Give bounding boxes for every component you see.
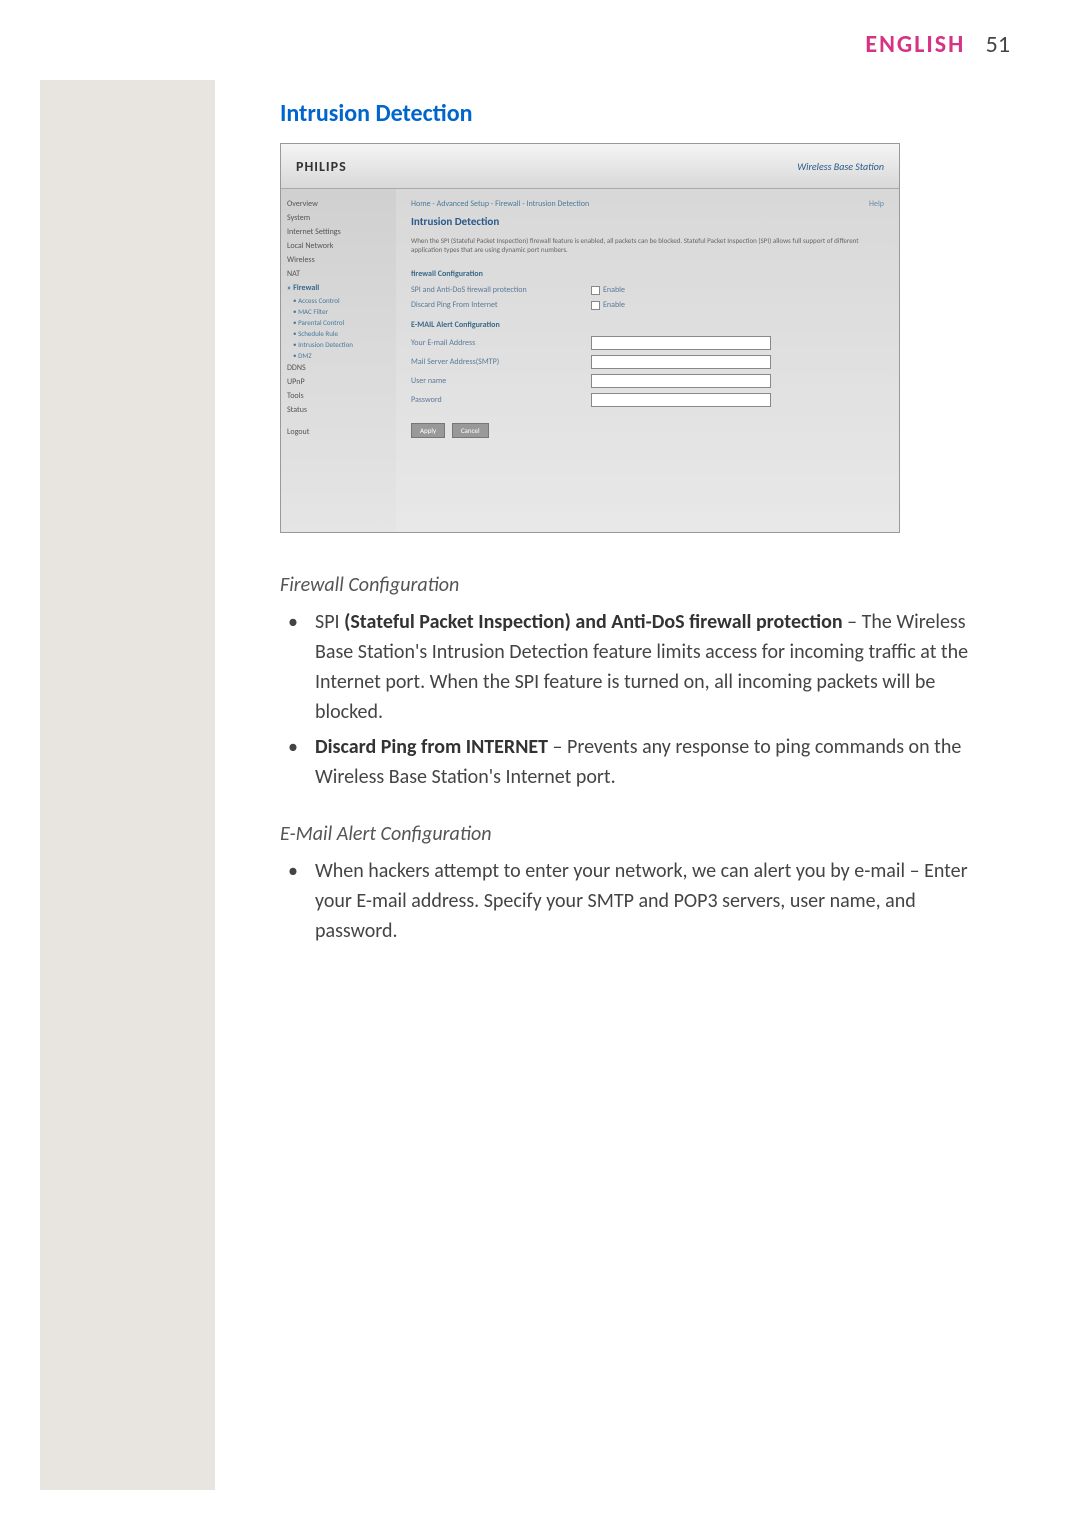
mailserver-label: Mail Server Address(SMTP) bbox=[411, 357, 591, 367]
ss-main: Home - Advanced Setup - Firewall - Intru… bbox=[396, 189, 899, 532]
router-ui-screenshot: PHILIPS Wireless Base Station Overview S… bbox=[280, 143, 900, 533]
sidebar-item[interactable]: Tools bbox=[287, 389, 390, 403]
page-number: 51 bbox=[986, 30, 1010, 59]
list-item: When hackers attempt to enter your netwo… bbox=[280, 856, 990, 946]
discard-label: Discard Ping From Internet bbox=[411, 300, 591, 310]
sidebar-item[interactable]: DDNS bbox=[287, 361, 390, 375]
button-row: Apply Cancel bbox=[411, 419, 884, 438]
sidebar-sub[interactable]: • Intrusion Detection bbox=[287, 339, 390, 350]
main-content: Intrusion Detection PHILIPS Wireless Bas… bbox=[280, 79, 990, 946]
discard-checkbox[interactable] bbox=[591, 301, 600, 310]
apply-button[interactable]: Apply bbox=[411, 423, 445, 438]
sidebar-item[interactable]: Overview bbox=[287, 197, 390, 211]
enable-label: Enable bbox=[603, 285, 625, 295]
ss-description: When the SPI (Stateful Packet Inspection… bbox=[411, 236, 884, 254]
mailserver-row: Mail Server Address(SMTP) bbox=[411, 355, 884, 369]
section-title: Intrusion Detection bbox=[280, 99, 990, 128]
mailserver-input[interactable] bbox=[591, 355, 771, 369]
firewall-config-label: firewall Configuration bbox=[411, 269, 884, 279]
philips-logo: PHILIPS bbox=[296, 158, 347, 175]
enable-label: Enable bbox=[603, 300, 625, 310]
email-config-label: E-MAIL Alert Configuration bbox=[411, 320, 884, 330]
sidebar-sub[interactable]: • Schedule Rule bbox=[287, 328, 390, 339]
sidebar-item[interactable]: System bbox=[287, 211, 390, 225]
sidebar-item[interactable]: Local Network bbox=[287, 239, 390, 253]
language-label: ENGLISH bbox=[865, 30, 965, 59]
sidebar-item[interactable]: Internet Settings bbox=[287, 225, 390, 239]
password-label: Password bbox=[411, 395, 591, 405]
ss-body: Overview System Internet Settings Local … bbox=[281, 189, 899, 532]
sidebar-sub[interactable]: • Access Control bbox=[287, 295, 390, 306]
spi-label: SPI and Anti-DoS firewall protection bbox=[411, 285, 591, 295]
username-input[interactable] bbox=[591, 374, 771, 388]
email-input[interactable] bbox=[591, 336, 771, 350]
bullet-list: SPI (Stateful Packet Inspection) and Ant… bbox=[280, 607, 990, 792]
list-item: SPI (Stateful Packet Inspection) and Ant… bbox=[280, 607, 990, 727]
discard-row: Discard Ping From Internet Enable bbox=[411, 300, 884, 310]
bullet2-bold: Discard Ping from INTERNET bbox=[315, 735, 548, 759]
password-input[interactable] bbox=[591, 393, 771, 407]
breadcrumb-path[interactable]: Home - Advanced Setup - Firewall - Intru… bbox=[411, 199, 589, 209]
password-row: Password bbox=[411, 393, 884, 407]
cancel-button[interactable]: Cancel bbox=[452, 423, 489, 438]
sidebar-sub[interactable]: • MAC Filter bbox=[287, 306, 390, 317]
sidebar-item-firewall[interactable]: » Firewall bbox=[287, 281, 390, 295]
ss-page-title: Intrusion Detection bbox=[411, 215, 884, 228]
spi-row: SPI and Anti-DoS firewall protection Ena… bbox=[411, 285, 884, 295]
bullet1-prefix: SPI bbox=[315, 610, 344, 634]
subsection-email: E-Mail Alert Configuration bbox=[280, 822, 990, 846]
sidebar-logout[interactable]: Logout bbox=[287, 425, 390, 439]
product-name: Wireless Base Station bbox=[797, 160, 884, 173]
subsection-firewall: Firewall Configuration bbox=[280, 573, 990, 597]
sidebar-item[interactable]: UPnP bbox=[287, 375, 390, 389]
bullet1-bold: (Stateful Packet Inspection) and Anti-Do… bbox=[344, 610, 843, 634]
sidebar-item[interactable]: NAT bbox=[287, 267, 390, 281]
username-row: User name bbox=[411, 374, 884, 388]
username-label: User name bbox=[411, 376, 591, 386]
email-address-label: Your E-mail Address bbox=[411, 338, 591, 348]
list-item: Discard Ping from INTERNET – Prevents an… bbox=[280, 732, 990, 792]
sidebar-sub[interactable]: • Parental Control bbox=[287, 317, 390, 328]
email-row: Your E-mail Address bbox=[411, 336, 884, 350]
sidebar-item[interactable]: Wireless bbox=[287, 253, 390, 267]
page-header: ENGLISH 51 bbox=[0, 0, 1080, 79]
ss-sidebar: Overview System Internet Settings Local … bbox=[281, 189, 396, 532]
sidebar-sub[interactable]: • DMZ bbox=[287, 350, 390, 361]
spi-checkbox[interactable] bbox=[591, 286, 600, 295]
bullet3-text: When hackers attempt to enter your netwo… bbox=[315, 859, 968, 943]
sidebar-item[interactable]: Status bbox=[287, 403, 390, 417]
page-sidebar-decoration bbox=[40, 80, 215, 1490]
bullet-list: When hackers attempt to enter your netwo… bbox=[280, 856, 990, 946]
help-link[interactable]: Help bbox=[869, 199, 884, 209]
breadcrumb: Home - Advanced Setup - Firewall - Intru… bbox=[411, 199, 884, 209]
ss-header: PHILIPS Wireless Base Station bbox=[281, 144, 899, 189]
